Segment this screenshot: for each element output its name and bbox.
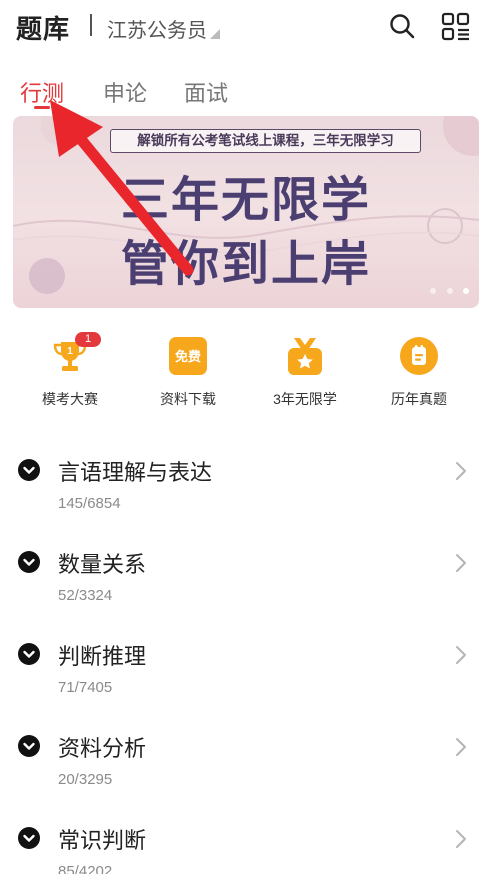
category-progress: 85/4202 — [58, 863, 113, 874]
category-progress: 145/6854 — [58, 495, 121, 512]
pagination-dot[interactable] — [446, 288, 453, 294]
banner-subtitle: 解锁所有公考笔试线上课程，三年无限学习 — [110, 129, 421, 153]
category-item[interactable]: 言语理解与表达 145/6854 — [0, 440, 492, 532]
category-progress: 20/3295 — [58, 771, 113, 788]
exam-paper-icon — [399, 336, 439, 376]
expand-toggle-icon[interactable] — [18, 459, 40, 481]
banner-headline-2: 管你到上岸 — [120, 238, 371, 291]
tab-xingce[interactable]: 行测 — [20, 76, 64, 108]
category-title: 常识判断 — [58, 828, 147, 853]
expand-toggle-icon[interactable] — [18, 735, 40, 757]
expand-toggle-icon[interactable] — [18, 827, 40, 849]
category-grid-icon[interactable] — [441, 12, 471, 42]
quick-entry-label: 模考大赛 — [42, 391, 98, 407]
quick-entry-label: 资料下载 — [160, 391, 216, 407]
top-bar: 题库 江苏公务员 — [0, 0, 492, 58]
trophy-icon: 1 1 — [50, 332, 101, 376]
category-progress: 71/7405 — [58, 679, 113, 696]
category-item[interactable]: 判断推理 71/7405 — [0, 624, 492, 716]
title-divider — [90, 14, 92, 36]
chevron-right-icon[interactable] — [454, 644, 468, 666]
category-item[interactable]: 资料分析 20/3295 — [0, 716, 492, 808]
tab-mianshi[interactable]: 面试 — [184, 76, 228, 108]
category-progress: 52/3324 — [58, 587, 113, 604]
quick-entry-download[interactable]: 免费 资料下载 — [133, 336, 243, 409]
promo-banner[interactable]: 解锁所有公考笔试线上课程，三年无限学习 三年无限学 管你到上岸 — [13, 116, 479, 308]
notification-badge: 1 — [75, 332, 101, 347]
region-dropdown-icon[interactable] — [210, 29, 220, 39]
quick-entry-past-papers[interactable]: 历年真题 — [364, 336, 474, 409]
svg-text:免费: 免费 — [175, 349, 201, 365]
category-title: 数量关系 — [58, 552, 147, 577]
chevron-right-icon[interactable] — [454, 552, 468, 574]
svg-text:1: 1 — [67, 346, 73, 357]
page-title: 题库 — [16, 14, 71, 44]
category-item[interactable]: 数量关系 52/3324 — [0, 532, 492, 624]
tab-shenlun[interactable]: 申论 — [103, 76, 147, 108]
free-download-icon: 免费 — [168, 336, 208, 376]
active-tab-indicator — [34, 106, 50, 109]
pagination-dot[interactable] — [430, 288, 437, 294]
category-title: 资料分析 — [58, 736, 147, 761]
banner-pagination — [424, 281, 469, 299]
quick-entry-label: 3年无限学 — [273, 391, 337, 407]
subject-tabs: 行测 申论 面试 — [0, 70, 492, 110]
category-title: 判断推理 — [58, 644, 147, 669]
quick-entry-mock-exam[interactable]: 1 1 模考大赛 — [15, 332, 125, 409]
category-item[interactable]: 常识判断 85/4202 — [0, 808, 492, 874]
banner-headline-1: 三年无限学 — [120, 174, 371, 227]
expand-toggle-icon[interactable] — [18, 643, 40, 665]
search-icon[interactable] — [389, 13, 415, 39]
region-selector[interactable]: 江苏公务员 — [107, 14, 207, 43]
chevron-right-icon[interactable] — [454, 460, 468, 482]
quick-entry-unlimited[interactable]: 3年无限学 — [250, 336, 360, 409]
quick-entry-row: 1 1 模考大赛 免费 资料下载 3年无限学 历年真题 — [0, 332, 492, 416]
chevron-right-icon[interactable] — [454, 828, 468, 850]
chevron-right-icon[interactable] — [454, 736, 468, 758]
quick-entry-label: 历年真题 — [391, 391, 447, 407]
pagination-dot-active[interactable] — [463, 288, 469, 294]
expand-toggle-icon[interactable] — [18, 551, 40, 573]
category-title: 言语理解与表达 — [58, 460, 213, 485]
medal-star-icon — [285, 336, 325, 376]
